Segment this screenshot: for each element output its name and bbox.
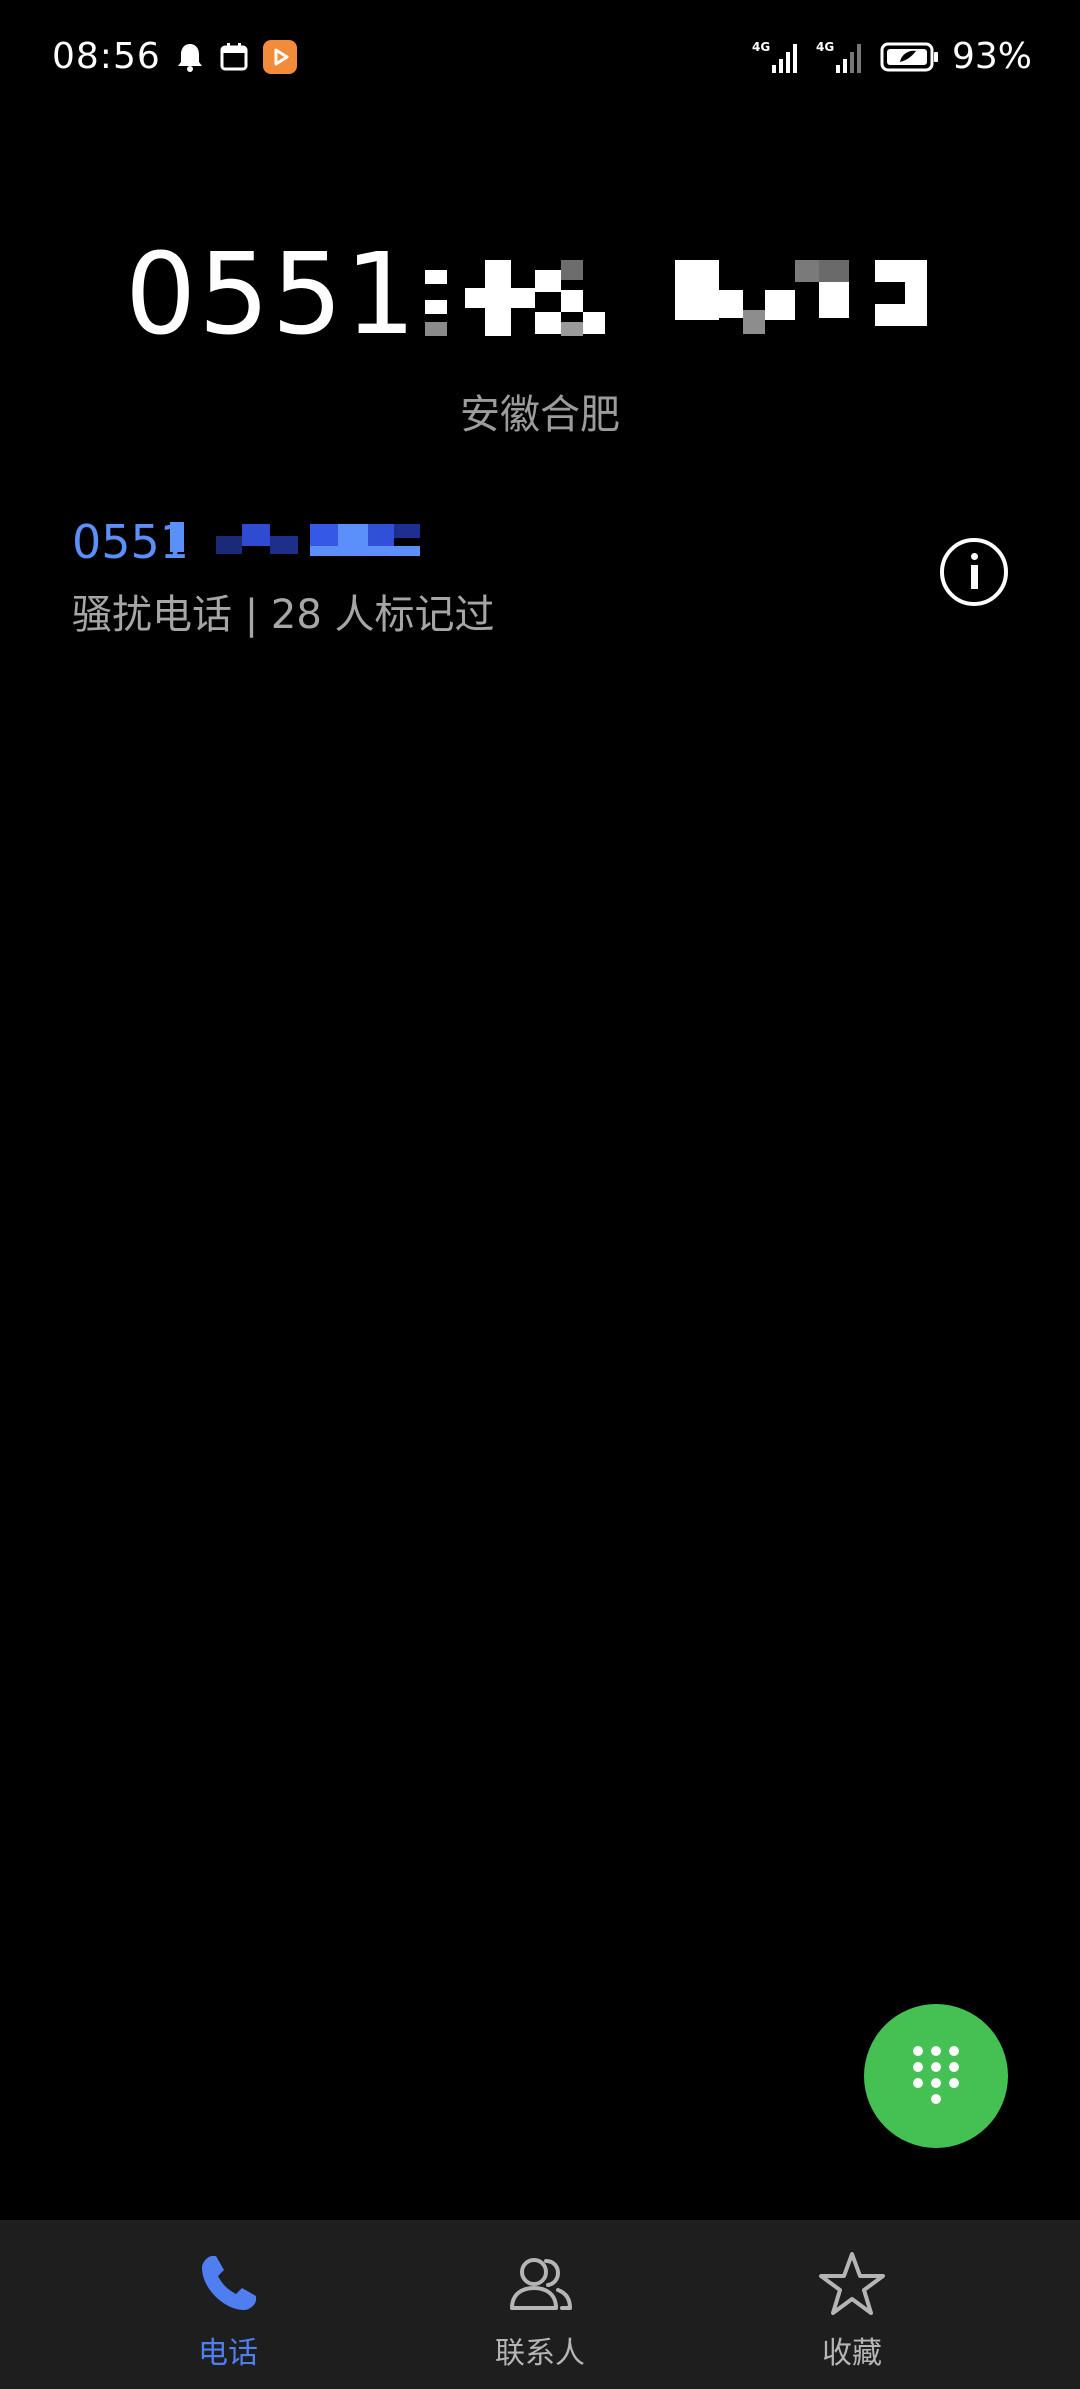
- battery-percent: 93%: [951, 36, 1032, 77]
- dialed-number[interactable]: 0551: [125, 230, 955, 360]
- signal-icon: 4G: [752, 39, 804, 75]
- bell-icon: [175, 41, 205, 73]
- dialed-number-area: 0551 安徽合肥: [0, 230, 1080, 440]
- tab-contacts-label: 联系人: [495, 2336, 585, 2371]
- dialed-number-location: 安徽合肥: [460, 392, 620, 438]
- spam-tag-label: 骚扰电话 | 28 人标记过: [72, 592, 495, 638]
- suggestion-number: 0551: [72, 512, 492, 572]
- network-type-label: 4G: [752, 40, 770, 54]
- battery-icon: [880, 40, 940, 74]
- contacts-icon: [510, 2258, 572, 2310]
- dialed-number-prefix: 0551: [125, 230, 419, 360]
- phone-icon: [202, 2256, 256, 2310]
- status-bar-left: 08:56: [52, 36, 297, 77]
- dialpad-icon: [913, 2046, 959, 2104]
- suggestion-row[interactable]: 0551 骚扰电话 | 28 人标记过: [0, 500, 1080, 660]
- dialpad-button[interactable]: [864, 2004, 1008, 2148]
- redaction-mosaic: [425, 260, 927, 336]
- redaction-mosaic: [170, 522, 420, 556]
- info-icon[interactable]: [940, 538, 1008, 606]
- signal-icon: 4G: [816, 39, 868, 75]
- status-bar-right: 4G 4G 93%: [752, 36, 1032, 77]
- bottom-nav: 电话 联系人 收藏: [0, 2220, 1080, 2389]
- tab-phone[interactable]: 电话: [0, 2220, 456, 2389]
- status-time: 08:56: [52, 36, 161, 77]
- tab-favorites-label: 收藏: [822, 2336, 882, 2371]
- network-type-label: 4G: [816, 40, 834, 54]
- tab-contacts[interactable]: 联系人: [456, 2220, 624, 2389]
- star-icon: [819, 2252, 885, 2315]
- tab-favorites[interactable]: 收藏: [624, 2220, 1080, 2389]
- tab-phone-label: 电话: [198, 2336, 258, 2371]
- calendar-icon: [219, 42, 249, 72]
- app-badge-icon: [262, 39, 297, 74]
- status-bar: 08:56 4G 4G 93%: [0, 0, 1080, 120]
